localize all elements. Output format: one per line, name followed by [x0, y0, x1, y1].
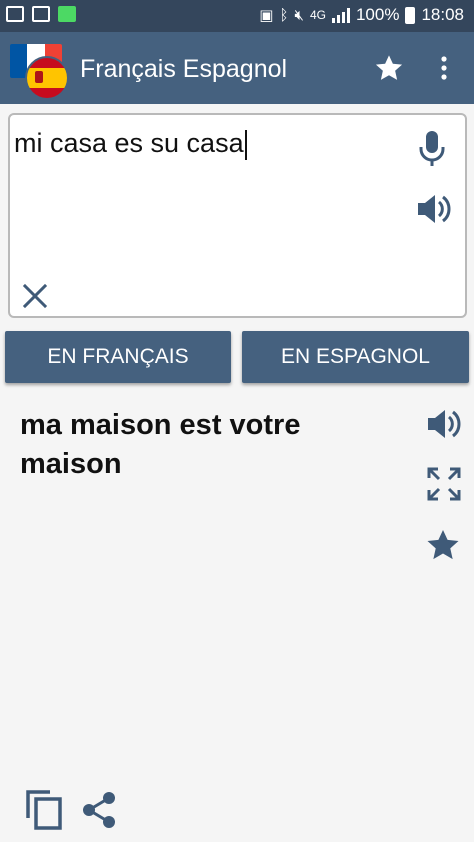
- speaker-icon[interactable]: [424, 404, 464, 444]
- star-icon[interactable]: [424, 526, 462, 564]
- source-text-card: mi casa es su casa: [8, 113, 467, 318]
- clear-icon[interactable]: [20, 281, 50, 311]
- signal-icon: [331, 7, 350, 23]
- mail-notification-icon: [32, 6, 50, 22]
- flag-spain-icon: [25, 56, 69, 100]
- translate-to-spanish-button[interactable]: EN ESPAGNOL: [242, 331, 469, 383]
- app-notification-icon: [58, 6, 76, 22]
- battery-icon: [405, 6, 416, 24]
- more-vert-icon[interactable]: [432, 54, 456, 82]
- speaker-icon[interactable]: [414, 189, 454, 229]
- battery-percent: 100%: [355, 5, 400, 24]
- share-icon[interactable]: [80, 790, 118, 830]
- app-title: Français Espagnol: [80, 55, 288, 83]
- text-caret: [244, 129, 247, 160]
- notification-icons: [6, 6, 76, 22]
- clock: 18:08: [421, 5, 464, 24]
- source-text-input[interactable]: mi casa es su casa: [14, 125, 247, 161]
- bluetooth-icon: ᛒ: [279, 6, 289, 24]
- nfc-icon: ▣: [259, 7, 274, 24]
- translation-result: ma maison est votre maison: [20, 409, 301, 480]
- fullscreen-icon[interactable]: [426, 466, 462, 502]
- gallery-notification-icon: [6, 6, 24, 22]
- status-icons: ▣ ᛒ 🔇︎ 4G 100% 18:08: [259, 5, 464, 25]
- star-icon[interactable]: [373, 52, 405, 84]
- source-text: mi casa es su casa: [14, 128, 244, 158]
- copy-icon[interactable]: [24, 788, 64, 830]
- microphone-icon[interactable]: [416, 129, 448, 169]
- network-type: 4G: [309, 8, 326, 22]
- app-bar: Français Espagnol: [0, 32, 474, 104]
- mute-icon: 🔇︎: [294, 6, 304, 24]
- translate-to-french-button[interactable]: EN FRANÇAIS: [5, 331, 231, 383]
- status-bar: ▣ ᛒ 🔇︎ 4G 100% 18:08: [0, 0, 474, 32]
